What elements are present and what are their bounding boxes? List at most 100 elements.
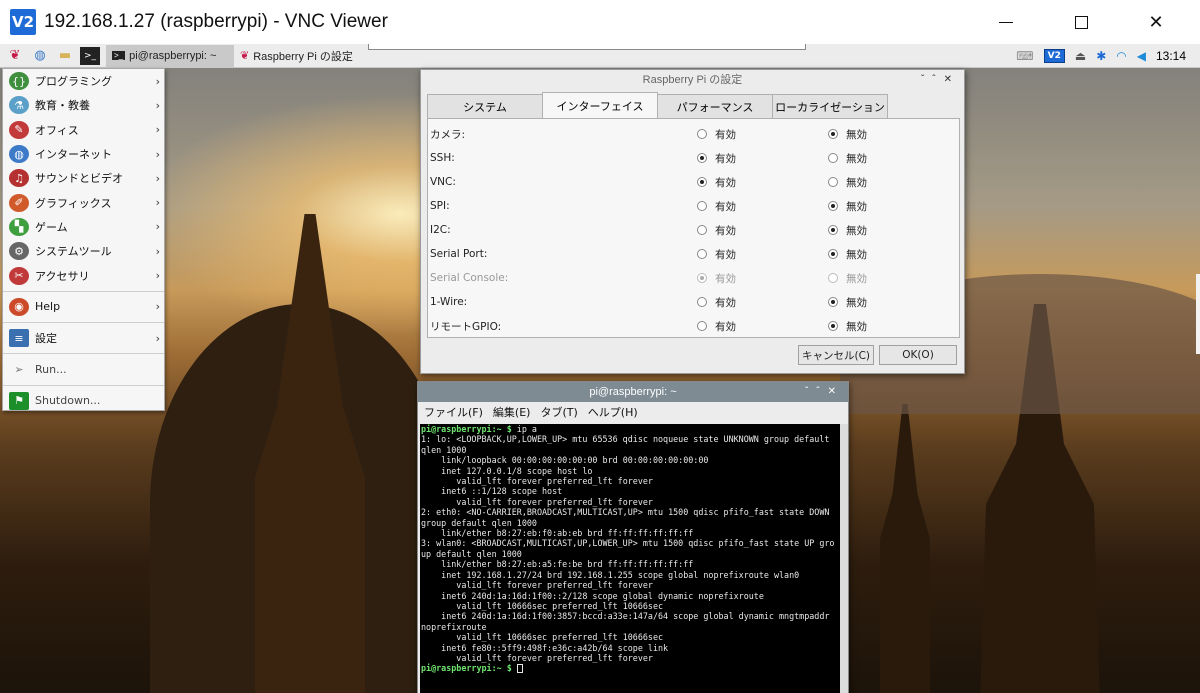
sound-video-icon: ♫ bbox=[9, 169, 29, 188]
menu-item-internet[interactable]: ◍ インターネット › bbox=[3, 142, 164, 166]
tab-system[interactable]: システム bbox=[427, 94, 543, 118]
radio-icon bbox=[697, 297, 707, 307]
remote-desktop[interactable]: ❦ ◍ ▬ >_ >_ pi@raspberrypi: ~ ❦ Raspberr… bbox=[0, 44, 1200, 693]
menu-tabs[interactable]: タブ(T) bbox=[540, 404, 577, 420]
menu-item-run[interactable]: ➢ Run... bbox=[3, 357, 164, 381]
disable-label: 無効 bbox=[846, 248, 867, 261]
terminal-scrollbar[interactable] bbox=[840, 424, 848, 693]
volume-icon[interactable]: ◀ bbox=[1137, 49, 1146, 63]
chevron-right-icon: › bbox=[155, 331, 160, 345]
terminal-window-controls[interactable]: ˇˆ✕ bbox=[805, 382, 844, 402]
disable-radio[interactable]: 無効 bbox=[828, 175, 867, 190]
interface-label: 1-Wire: bbox=[430, 296, 468, 308]
graphics-icon: ✐ bbox=[9, 193, 29, 212]
disable-label: 無効 bbox=[846, 176, 867, 189]
radio-icon bbox=[828, 249, 838, 259]
eject-icon[interactable]: ⏏ bbox=[1075, 49, 1086, 63]
application-menu: {} プログラミング › ⚗ 教育・教養 › ✎ オフィス › ◍ インターネット › ♫ サウンドとビデ… bbox=[2, 68, 165, 411]
interface-label: SSH: bbox=[430, 152, 455, 164]
menu-item-system-tools[interactable]: ⚙ システムツール › bbox=[3, 239, 164, 263]
menu-item-shutdown[interactable]: ⚑ Shutdown... bbox=[3, 389, 164, 413]
interface-label: SPI: bbox=[430, 200, 450, 212]
keyboard-icon[interactable]: ⌨ bbox=[1016, 49, 1033, 63]
menu-item-education[interactable]: ⚗ 教育・教養 › bbox=[3, 93, 164, 117]
close-button[interactable]: ✕ bbox=[1133, 0, 1179, 44]
browser-icon[interactable]: ◍ bbox=[30, 47, 50, 65]
folder-icon[interactable]: ▬ bbox=[55, 47, 75, 65]
cancel-button[interactable]: キャンセル(C) bbox=[798, 345, 874, 365]
enable-radio[interactable]: 有効 bbox=[697, 247, 736, 262]
taskbar: ❦ ◍ ▬ >_ >_ pi@raspberrypi: ~ ❦ Raspberr… bbox=[0, 44, 1200, 68]
taskbar-spacer bbox=[368, 44, 806, 50]
menu-edit[interactable]: 編集(E) bbox=[493, 404, 531, 420]
menu-item-game[interactable]: ▚ ゲーム › bbox=[3, 215, 164, 239]
enable-label: 有効 bbox=[715, 248, 736, 261]
enable-radio[interactable]: 有効 bbox=[697, 319, 736, 334]
chevron-right-icon: › bbox=[155, 98, 160, 112]
dialog-titlebar[interactable]: Raspberry Pi の設定 ˇˆ✕ bbox=[421, 70, 964, 90]
disable-radio[interactable]: 無効 bbox=[828, 247, 867, 262]
enable-radio[interactable]: 有効 bbox=[697, 295, 736, 310]
tab-interfaces[interactable]: インターフェイス bbox=[542, 92, 658, 118]
disable-radio[interactable]: 無効 bbox=[828, 319, 867, 334]
terminal-launcher-icon[interactable]: >_ bbox=[80, 46, 100, 65]
maximize-button[interactable] bbox=[1058, 0, 1104, 44]
taskbar-task-terminal[interactable]: >_ pi@raspberrypi: ~ bbox=[106, 44, 234, 67]
enable-radio[interactable]: 有効 bbox=[697, 175, 736, 190]
disable-radio[interactable]: 無効 bbox=[828, 151, 867, 166]
menu-item-programming[interactable]: {} プログラミング › bbox=[3, 69, 164, 93]
taskbar-task-settings[interactable]: ❦ Raspberry Pi の設定 bbox=[234, 45, 366, 67]
enable-radio[interactable]: 有効 bbox=[697, 151, 736, 166]
minimize-button[interactable] bbox=[983, 0, 1029, 44]
interface-label: リモートGPIO: bbox=[430, 320, 502, 333]
terminal-titlebar[interactable]: pi@raspberrypi: ~ ˇˆ✕ bbox=[418, 382, 848, 402]
window-edge bbox=[1196, 274, 1200, 354]
run-icon: ➢ bbox=[14, 362, 24, 376]
disable-radio[interactable]: 無効 bbox=[828, 199, 867, 214]
wifi-icon[interactable]: ◠ bbox=[1116, 49, 1126, 63]
maximize-icon bbox=[1074, 15, 1088, 29]
menu-item-office[interactable]: ✎ オフィス › bbox=[3, 118, 164, 142]
menu-item-label: オフィス bbox=[35, 123, 79, 137]
enable-label: 有効 bbox=[715, 224, 736, 237]
menu-item-graphics[interactable]: ✐ グラフィックス › bbox=[3, 190, 164, 214]
terminal-menubar: ファイル(F) 編集(E) タブ(T) ヘルプ(H) bbox=[418, 402, 848, 422]
terminal-output[interactable]: pi@raspberrypi:~ $ ip a 1: lo: <LOOPBACK… bbox=[420, 424, 840, 693]
radio-icon bbox=[828, 321, 838, 331]
menu-item-label: Run... bbox=[35, 362, 67, 376]
disable-radio[interactable]: 無効 bbox=[828, 295, 867, 310]
disable-radio[interactable]: 無効 bbox=[828, 223, 867, 238]
ok-button[interactable]: OK(O) bbox=[879, 345, 957, 365]
radio-icon bbox=[697, 225, 707, 235]
menu-help[interactable]: ヘルプ(H) bbox=[588, 404, 638, 420]
enable-label: 有効 bbox=[715, 128, 736, 141]
tab-localisation[interactable]: ローカライゼーション bbox=[772, 94, 888, 118]
tab-performance[interactable]: パフォーマンス bbox=[657, 94, 773, 118]
enable-radio[interactable]: 有効 bbox=[697, 223, 736, 238]
menu-item-settings[interactable]: ≡ 設定 › bbox=[3, 326, 164, 350]
raspberry-menu-icon[interactable]: ❦ bbox=[5, 47, 25, 65]
terminal-title: pi@raspberrypi: ~ bbox=[589, 386, 677, 398]
disable-label: 無効 bbox=[846, 272, 867, 285]
disable-label: 無効 bbox=[846, 224, 867, 237]
disable-radio[interactable]: 無効 bbox=[828, 127, 867, 142]
chevron-right-icon: › bbox=[155, 269, 160, 283]
help-icon: ◉ bbox=[9, 297, 29, 316]
dialog-window-controls[interactable]: ˇˆ✕ bbox=[921, 70, 960, 90]
menu-item-label: グラフィックス bbox=[35, 196, 112, 210]
vnc-tray-icon[interactable]: V2 bbox=[1043, 49, 1065, 63]
menu-item-accessories[interactable]: ✂ アクセサリ › bbox=[3, 263, 164, 287]
bluetooth-icon[interactable]: ✱ bbox=[1096, 49, 1106, 63]
menu-item-sound-video[interactable]: ♫ サウンドとビデオ › bbox=[3, 166, 164, 190]
interface-row: リモートGPIO: 有効 無効 bbox=[428, 314, 961, 338]
interface-row: 1-Wire: 有効 無効 bbox=[428, 290, 961, 314]
menu-item-label: Shutdown... bbox=[35, 394, 101, 408]
clock[interactable]: 13:14 bbox=[1156, 49, 1186, 63]
enable-radio[interactable]: 有効 bbox=[697, 127, 736, 142]
menu-file[interactable]: ファイル(F) bbox=[424, 404, 483, 420]
enable-radio[interactable]: 有効 bbox=[697, 199, 736, 214]
radio-icon bbox=[828, 273, 838, 283]
chevron-right-icon: › bbox=[155, 147, 160, 161]
menu-item-help[interactable]: ◉ Help › bbox=[3, 295, 164, 319]
disable-label: 無効 bbox=[846, 128, 867, 141]
